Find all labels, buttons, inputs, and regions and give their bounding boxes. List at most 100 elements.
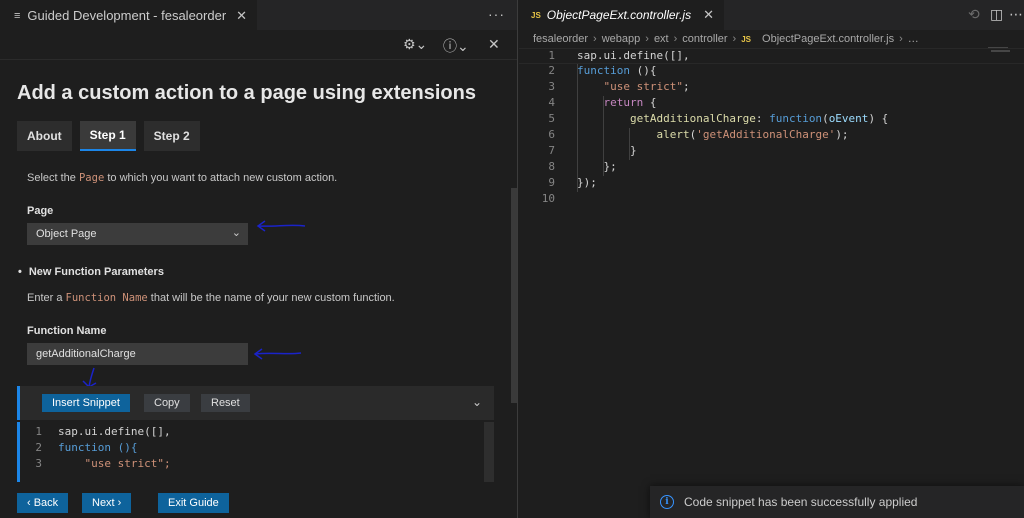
tab-step-1[interactable]: Step 1 [79, 121, 136, 151]
code-text: }); [577, 176, 597, 189]
breadcrumb-separator-icon: › [899, 33, 903, 45]
guided-development-pane: ≡ Guided Development - fesaleorder ✕ ···… [0, 0, 518, 518]
instruction-text: Select the [27, 172, 79, 184]
guide-content: Add a custom action to a page using exte… [0, 60, 510, 518]
breadcrumb-separator-icon: › [593, 33, 597, 45]
guide-scrollbar[interactable] [511, 188, 517, 403]
breadcrumb-file[interactable]: ObjectPageExt.controller.js [762, 33, 894, 45]
section-heading: New Function Parameters [18, 266, 164, 278]
more-actions-icon[interactable]: ⋯ [1009, 6, 1023, 23]
line-number: 3 [548, 80, 555, 93]
chevron-down-icon: ⌄ [231, 227, 241, 239]
insert-snippet-button[interactable]: Insert Snippet [42, 394, 130, 412]
code-text: alert('getAdditionalCharge'); [656, 128, 849, 141]
editor-tab-bar: JS ObjectPageExt.controller.js ✕ ⟲ ◫ ⋯ [519, 0, 1024, 30]
indent-guide [577, 64, 578, 192]
page-select[interactable]: Object Page ⌄ [27, 223, 248, 245]
line-number: 8 [548, 160, 555, 173]
breadcrumb-separator-icon: › [645, 33, 649, 45]
snippet-toolbar: Insert Snippet Copy Reset ⌄ [17, 386, 494, 420]
split-editor-icon[interactable]: ◫ [990, 6, 1003, 23]
left-tab-bar: ≡ Guided Development - fesaleorder ✕ ··· [0, 0, 517, 30]
indent-guide [603, 96, 604, 176]
line-number: 3 [35, 457, 42, 470]
code-line: 1 sap.ui.define([], [20, 425, 494, 441]
code-text: function (){ [58, 441, 138, 454]
line-number: 10 [541, 192, 555, 205]
code-text: function (){ [577, 64, 657, 77]
guided-development-tab[interactable]: ≡ Guided Development - fesaleorder ✕ [0, 0, 258, 30]
instruction-text: Enter a [27, 292, 66, 304]
editor-line: 5 getAdditionalCharge: function(oEvent) … [519, 112, 1024, 128]
code-text: "use strict"; [603, 80, 690, 93]
breadcrumb-item[interactable]: webapp [602, 33, 641, 45]
line-number: 1 [548, 49, 555, 62]
instruction-code: Page [78, 172, 105, 184]
code-editor-pane: JS ObjectPageExt.controller.js ✕ ⟲ ◫ ⋯ f… [519, 0, 1024, 518]
line-number: 1 [35, 425, 42, 438]
step-tabs: About Step 1 Step 2 [17, 121, 200, 151]
code-text: }; [577, 160, 617, 173]
settings-gear-icon[interactable]: ⚙⌄ [403, 36, 427, 53]
code-text: getAdditionalCharge: function(oEvent) { [629, 112, 889, 125]
breadcrumb-item[interactable]: fesaleorder [533, 33, 588, 45]
breadcrumb-separator-icon: › [673, 33, 678, 45]
tab-title: Guided Development - fesaleorder [27, 8, 227, 23]
editor-line: 8 }; [519, 160, 1024, 176]
reset-button[interactable]: Reset [201, 394, 250, 412]
page-label: Page [27, 205, 54, 217]
editor-line: 7 } [519, 144, 1024, 160]
tab-about[interactable]: About [17, 121, 72, 151]
line-number: 2 [35, 441, 42, 454]
breadcrumb: fesaleorder › webapp › ext › controller › JS… [533, 31, 919, 47]
function-instruction: Enter a Function Name that will be the n… [27, 292, 395, 304]
editor-line: 1 sap.ui.define([], [519, 48, 1024, 64]
code-text: sap.ui.define([], [58, 425, 171, 438]
line-number: 9 [548, 176, 555, 189]
close-tab-icon[interactable]: ✕ [703, 7, 714, 23]
info-icon: i [660, 495, 674, 509]
open-changes-icon[interactable]: ⟲ [968, 6, 980, 23]
editor-tab-title: ObjectPageExt.controller.js [546, 8, 692, 22]
guide-toolbar: ⚙⌄ ⓘ⌄ ✕ [0, 30, 517, 60]
instruction-text: that will be the name of your new custom… [147, 292, 395, 304]
function-name-input[interactable] [27, 343, 248, 365]
back-button[interactable]: ‹ Back [17, 493, 69, 513]
editor-tab[interactable]: JS ObjectPageExt.controller.js ✕ [519, 0, 724, 30]
copy-button[interactable]: Copy [144, 394, 190, 412]
indent-guide [629, 128, 630, 160]
close-tab-icon[interactable]: ✕ [236, 8, 247, 24]
page-instruction: Select the Page to which you want to att… [27, 172, 337, 184]
tab-step-2[interactable]: Step 2 [143, 121, 200, 151]
line-number: 6 [548, 128, 555, 141]
breadcrumb-separator-icon: › [732, 33, 737, 45]
annotation-arrow-icon [253, 348, 302, 360]
breadcrumb-item[interactable]: controller [682, 33, 727, 45]
code-line: 3 "use strict"; [20, 457, 494, 473]
js-file-icon: JS [531, 10, 541, 20]
close-icon[interactable]: ✕ [488, 36, 500, 53]
code-editor[interactable]: 1 sap.ui.define([], 2 function (){ 3 "use … [519, 48, 1024, 208]
code-text: return { [603, 96, 657, 109]
line-number: 4 [548, 96, 555, 109]
more-actions-icon[interactable]: ··· [488, 6, 505, 22]
next-button[interactable]: Next › [82, 493, 132, 513]
function-name-label: Function Name [27, 325, 107, 337]
page-select-value: Object Page [36, 228, 97, 240]
guide-navigation: ‹ Back Next › Exit Guide [0, 488, 510, 518]
breadcrumb-item[interactable]: ext [654, 33, 669, 45]
instruction-text: to which you want to attach new custom a… [104, 172, 338, 184]
info-icon[interactable]: ⓘ⌄ [443, 36, 469, 56]
breadcrumb-tail[interactable]: … [908, 33, 919, 45]
editor-line: 4 return { [519, 96, 1024, 112]
js-file-icon: JS [741, 34, 752, 44]
editor-line: 6 alert('getAdditionalCharge'); [519, 128, 1024, 144]
code-text: "use strict"; [58, 457, 171, 470]
editor-line: 9}); [519, 176, 1024, 192]
editor-line: 3 "use strict"; [519, 80, 1024, 96]
chevron-down-icon[interactable]: ⌄ [472, 395, 482, 409]
notification-toast[interactable]: i Code snippet has been successfully app… [650, 486, 1024, 518]
code-scrollbar[interactable] [484, 422, 494, 482]
exit-guide-button[interactable]: Exit Guide [158, 493, 229, 513]
instruction-code: Function Name [65, 292, 148, 304]
